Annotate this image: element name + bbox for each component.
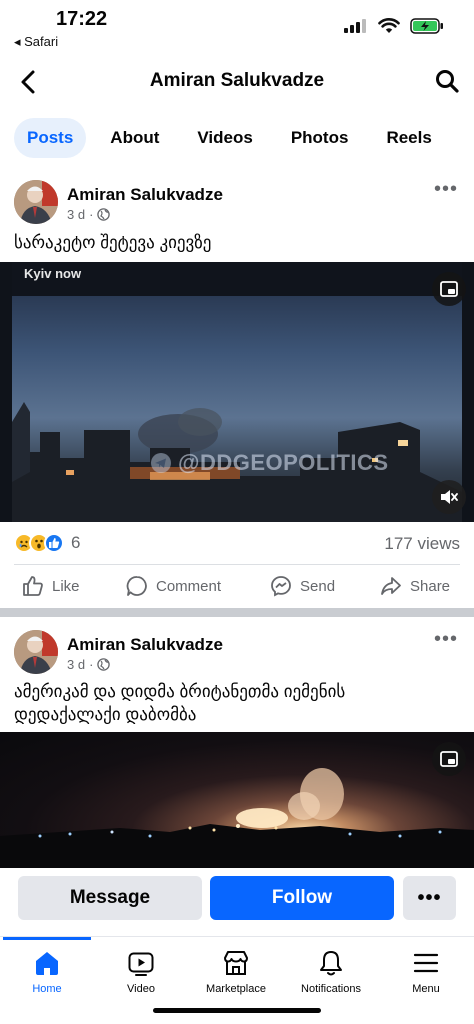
send-button[interactable]: Send [270, 568, 335, 604]
send-label: Send [300, 577, 336, 595]
video-icon [128, 952, 154, 976]
nav-item-notifications[interactable]: Notifications [284, 947, 378, 995]
post-video[interactable]: Kyiv now @DDGEOPOLITICS [0, 262, 474, 522]
bell-icon [320, 951, 342, 976]
message-button[interactable]: Message [18, 876, 202, 920]
profile-header: Amiran Salukvadze [0, 58, 474, 106]
reaction-count: 6 [71, 533, 81, 552]
nav-label-menu: Menu [412, 983, 440, 995]
avatar-photo [14, 180, 58, 224]
wifi-icon [378, 18, 400, 33]
home-indicator-bar [153, 1008, 321, 1013]
nav-label-video: Video [127, 983, 155, 995]
reactions-summary[interactable]: 6 [14, 533, 80, 553]
menu-icon [413, 953, 439, 973]
post-more-options-icon[interactable]: ••• [434, 628, 458, 651]
meta-separator: · [89, 207, 94, 222]
thumbs-up-icon [23, 576, 43, 596]
comment-label: Comment [156, 577, 222, 595]
more-options-button[interactable]: ••• [403, 876, 456, 920]
share-button[interactable]: Share [380, 568, 450, 604]
share-label: Share [410, 577, 451, 595]
telegram-icon [151, 453, 171, 473]
back-to-safari-link[interactable]: ◂ Safari [14, 34, 58, 50]
post-caption: ამერიკამ და დიდმა ბრიტანეთმა იემენის დედ… [14, 682, 346, 724]
like-label: Like [52, 577, 80, 595]
status-bar: 17:22 ◂ Safari [0, 0, 474, 56]
marketplace-icon [224, 951, 248, 975]
page-title: Amiran Salukvadze [149, 70, 325, 91]
globe-icon [97, 208, 111, 221]
picture-in-picture-button[interactable] [432, 742, 466, 776]
messenger-icon [271, 576, 291, 597]
profile-action-bar: Message Follow ••• [0, 868, 474, 936]
tab-videos[interactable]: Videos [197, 128, 252, 148]
battery-charging-icon [410, 18, 443, 34]
nav-label-marketplace: Marketplace [206, 983, 266, 995]
post-author-name[interactable]: Amiran Salukvadze [67, 185, 223, 205]
share-arrow-icon [381, 577, 401, 595]
video-watermark: @DDGEOPOLITICS [150, 450, 389, 476]
status-time: 17:22 [56, 8, 108, 30]
active-tab-indicator [3, 937, 91, 940]
post-author-name[interactable]: Amiran Salukvadze [67, 635, 223, 655]
video-frame-scene [0, 262, 474, 522]
comment-bubble-icon [126, 576, 147, 596]
avatar-photo [14, 630, 58, 674]
nav-item-marketplace[interactable]: Marketplace [189, 947, 283, 995]
mute-button[interactable] [432, 480, 466, 514]
like-reaction-icon [44, 533, 64, 553]
post-time[interactable]: 3 d [67, 657, 85, 672]
video-frame-scene [0, 768, 474, 868]
follow-button[interactable]: Follow [210, 876, 394, 920]
nav-label-home: Home [32, 983, 62, 995]
tab-reels[interactable]: Reels [386, 128, 431, 148]
author-avatar[interactable] [14, 180, 58, 224]
post-more-options-icon[interactable]: ••• [434, 178, 458, 201]
post-actions-bar: Like Comment Send Share [0, 568, 474, 604]
view-count: 177 views [384, 534, 460, 553]
video-overlay-label: Kyiv now [24, 266, 82, 281]
picture-in-picture-button[interactable] [432, 272, 466, 306]
search-icon[interactable] [434, 68, 460, 94]
post-separator [0, 608, 474, 617]
post-video[interactable] [0, 732, 474, 868]
profile-tabs: Posts About Videos Photos Reels [14, 118, 470, 158]
nav-item-home[interactable]: Home [0, 947, 94, 995]
like-button[interactable]: Like [22, 568, 80, 604]
nav-item-video[interactable]: Video [94, 947, 188, 995]
tab-photos[interactable]: Photos [291, 128, 349, 148]
globe-icon [97, 658, 111, 671]
post-divider [14, 564, 460, 565]
meta-separator: · [89, 657, 94, 672]
post-meta: 3 d · [67, 657, 111, 672]
post-meta: 3 d · [67, 207, 111, 222]
nav-item-menu[interactable]: Menu [379, 947, 473, 995]
tab-about[interactable]: About [110, 128, 159, 148]
status-icons [344, 18, 444, 34]
tab-posts[interactable]: Posts [14, 118, 87, 158]
post-time[interactable]: 3 d [67, 207, 85, 222]
home-icon [36, 952, 58, 975]
nav-label-notifications: Notifications [301, 983, 361, 995]
comment-button[interactable]: Comment [126, 568, 221, 604]
speaker-muted-icon [441, 490, 458, 504]
cellular-signal-icon [344, 19, 366, 33]
post-caption: სარაკეტო შეტევა კიევზე [14, 233, 212, 252]
author-avatar[interactable] [14, 630, 58, 674]
watermark-text: @DDGEOPOLITICS [178, 450, 389, 475]
picture-in-picture-icon [440, 751, 458, 767]
picture-in-picture-icon [440, 281, 458, 297]
